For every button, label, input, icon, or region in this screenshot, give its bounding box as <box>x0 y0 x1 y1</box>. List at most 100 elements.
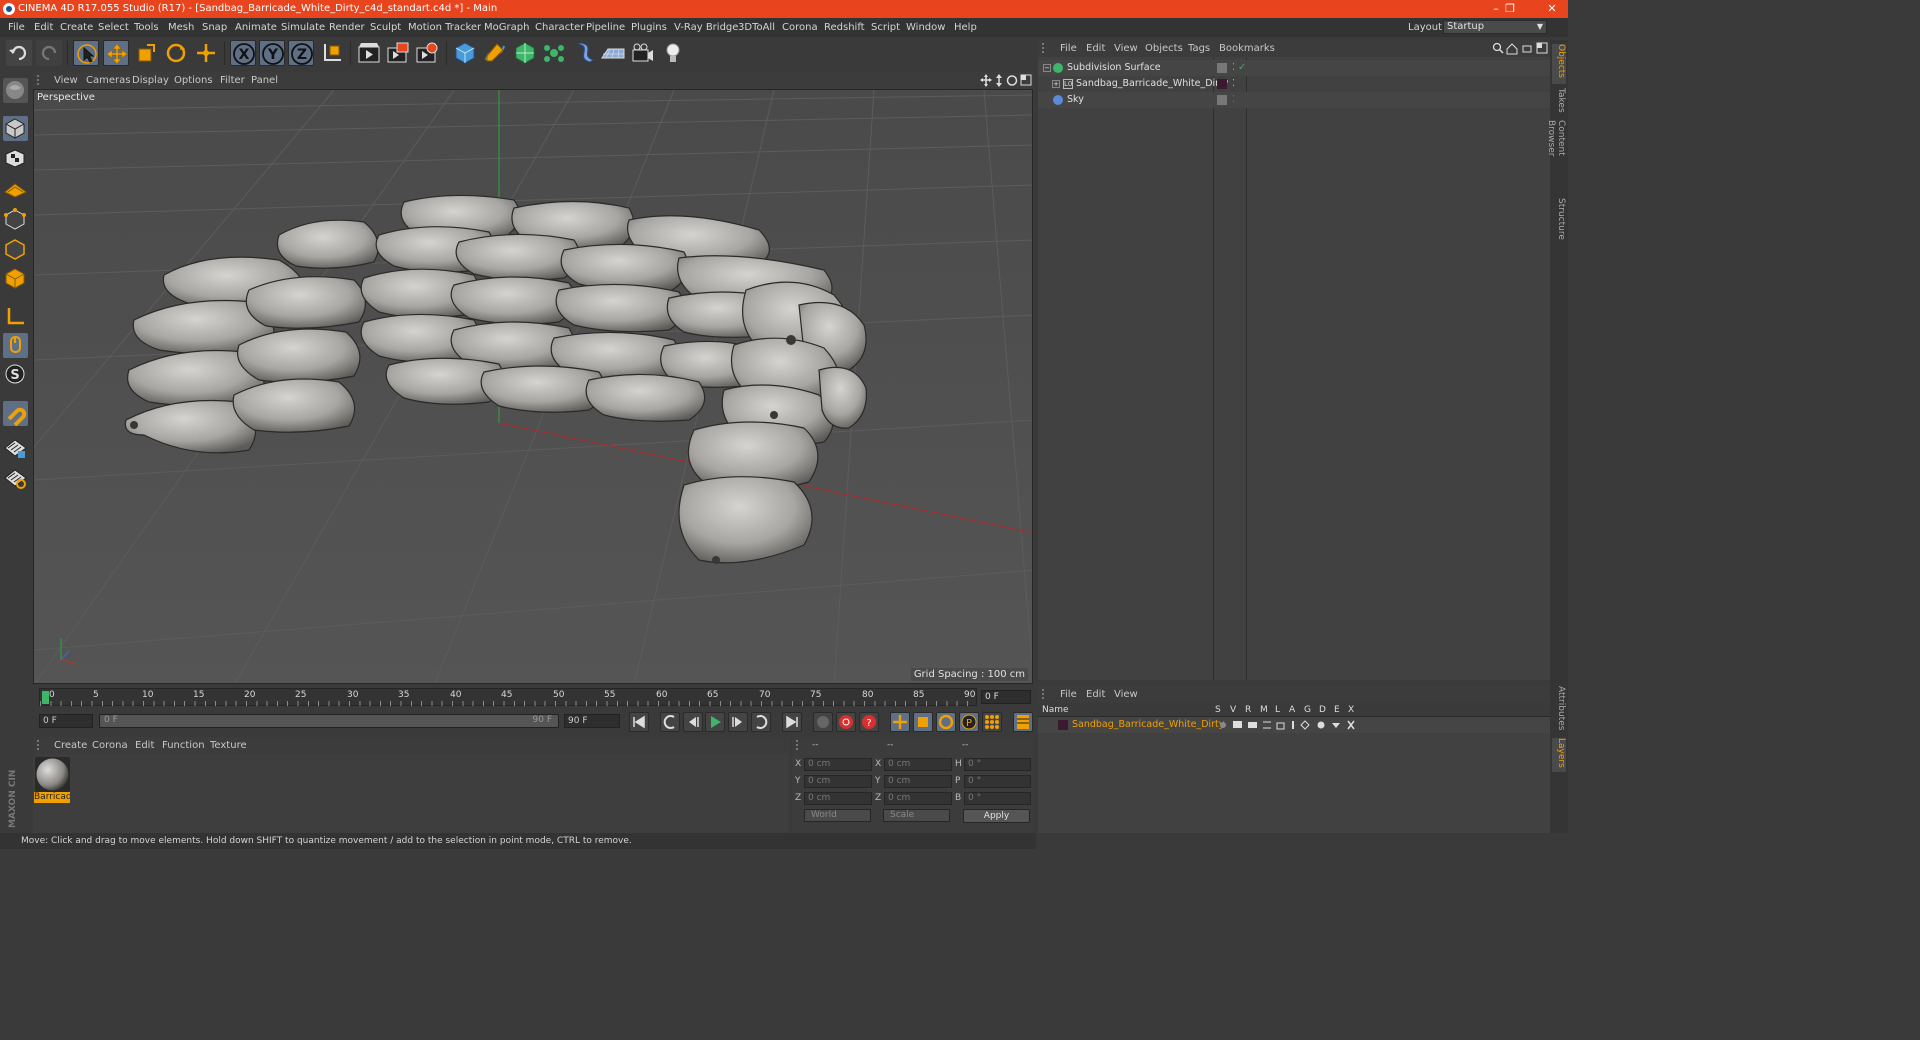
edges-mode-icon[interactable] <box>3 207 28 232</box>
scale-icon[interactable] <box>133 40 159 66</box>
key-rotation-icon[interactable] <box>936 712 956 732</box>
home-icon[interactable] <box>1506 43 1518 55</box>
menu-file[interactable]: File <box>8 18 25 37</box>
snapping-icon[interactable]: S <box>3 362 28 387</box>
model-mode-icon[interactable] <box>3 78 28 103</box>
visibility-dots-icon[interactable]: ⁚ <box>1232 76 1235 92</box>
play-icon[interactable] <box>705 712 725 732</box>
menu-vray-bridge[interactable]: V-Ray Bridge <box>674 18 738 37</box>
viewport-menu-cameras[interactable]: Cameras <box>86 72 130 89</box>
points-mode-icon[interactable] <box>3 176 28 201</box>
menu-corona[interactable]: Corona <box>782 18 818 37</box>
key-position-icon[interactable] <box>890 712 910 732</box>
live-selection-icon[interactable] <box>73 40 99 66</box>
menu-script[interactable]: Script <box>871 18 900 37</box>
col-expressions[interactable]: E <box>1334 704 1340 717</box>
menu-edit[interactable]: Edit <box>34 18 53 37</box>
apply-button[interactable]: Apply <box>963 809 1030 823</box>
rotation-b-field[interactable]: 0 ° <box>964 792 1031 805</box>
subdivision-icon[interactable] <box>512 40 538 66</box>
tab-takes[interactable]: Takes <box>1552 88 1566 116</box>
record-disabled-icon[interactable] <box>813 712 833 732</box>
layer-row[interactable]: Sandbag_Barricade_White_Dirty <box>1038 717 1550 733</box>
col-xref[interactable]: X <box>1348 704 1354 717</box>
material-menu-edit[interactable]: Edit <box>135 737 154 754</box>
col-animation[interactable]: A <box>1289 704 1295 717</box>
goto-start-icon[interactable] <box>629 712 649 732</box>
grip-icon[interactable] <box>37 740 39 750</box>
magnet-icon[interactable] <box>3 401 28 427</box>
menu-character[interactable]: Character <box>535 18 584 37</box>
tab-layers[interactable]: Layers <box>1552 738 1566 772</box>
maximize-panel-icon[interactable] <box>1536 42 1548 54</box>
perspective-viewport[interactable]: Perspective Grid Spacing : 100 cm <box>33 89 1033 684</box>
menu-render[interactable]: Render <box>329 18 365 37</box>
y-axis-icon[interactable]: Y <box>259 40 285 66</box>
autokey-icon[interactable]: ? <box>859 712 879 732</box>
search-icon[interactable] <box>1492 42 1504 54</box>
menu-simulate[interactable]: Simulate <box>281 18 325 37</box>
material-name[interactable]: Barricad <box>34 792 70 803</box>
col-name[interactable]: Name <box>1042 704 1069 717</box>
om-menu-objects[interactable]: Objects <box>1145 40 1183 57</box>
end-frame-field[interactable]: 90 F <box>564 714 620 728</box>
viewport-menu-filter[interactable]: Filter <box>220 72 245 89</box>
object-row[interactable]: Sky ⁚ <box>1038 92 1550 108</box>
om-menu-tags[interactable]: Tags <box>1188 40 1210 57</box>
workplane-icon[interactable] <box>3 146 28 171</box>
visibility-dots-icon[interactable]: ⁚ <box>1232 92 1235 108</box>
next-key-icon[interactable] <box>751 712 771 732</box>
om-menu-bookmarks[interactable]: Bookmarks <box>1219 40 1275 57</box>
col-view[interactable]: V <box>1230 704 1236 717</box>
floor-icon[interactable] <box>600 40 626 66</box>
timeline-window-icon[interactable] <box>1013 712 1033 732</box>
om-menu-view[interactable]: View <box>1114 40 1138 57</box>
menu-pipeline[interactable]: Pipeline <box>586 18 625 37</box>
col-deformers[interactable]: D <box>1319 704 1326 717</box>
layer-swatch[interactable] <box>1217 95 1227 105</box>
material-menu-create[interactable]: Create <box>54 737 87 754</box>
menu-mesh[interactable]: Mesh <box>168 18 194 37</box>
pen-spline-icon[interactable] <box>482 40 508 66</box>
quantize-icon[interactable] <box>3 466 28 491</box>
material-menu-texture[interactable]: Texture <box>210 737 247 754</box>
layer-toggle-icons[interactable] <box>1218 719 1358 731</box>
layer-name[interactable]: Sandbag_Barricade_White_Dirty <box>1072 717 1224 733</box>
menu-plugins[interactable]: Plugins <box>631 18 667 37</box>
start-frame-field[interactable]: 0 F <box>39 714 93 728</box>
layout-select[interactable]: Startup ▼ <box>1443 20 1547 34</box>
position-z-field[interactable]: 0 cm <box>804 792 872 805</box>
key-pla-icon[interactable] <box>982 712 1002 732</box>
cloner-icon[interactable] <box>541 40 567 66</box>
tab-objects[interactable]: Objects <box>1552 44 1566 84</box>
layer-color-swatch[interactable] <box>1058 720 1068 730</box>
camera-icon[interactable] <box>630 40 656 66</box>
object-name[interactable]: Sky <box>1067 92 1084 108</box>
timeline-ruler[interactable]: 0 5 10 15 20 25 30 35 40 45 50 55 60 65 … <box>39 688 977 706</box>
menu-select[interactable]: Select <box>98 18 129 37</box>
solo-icon[interactable] <box>3 333 28 358</box>
viewport-menu-panel[interactable]: Panel <box>251 72 278 89</box>
object-name[interactable]: Subdivision Surface <box>1067 60 1161 76</box>
rotation-h-field[interactable]: 0 ° <box>964 758 1031 771</box>
material-menu-function[interactable]: Function <box>162 737 205 754</box>
col-solo[interactable]: S <box>1215 704 1221 717</box>
object-row[interactable]: + L0 Sandbag_Barricade_White_Dirty ⁚ <box>1038 76 1550 92</box>
tab-structure[interactable]: Structure <box>1552 198 1566 240</box>
om-menu-edit[interactable]: Edit <box>1086 40 1105 57</box>
undo-icon[interactable] <box>6 40 32 66</box>
move-icon[interactable] <box>103 40 129 66</box>
col-render[interactable]: R <box>1245 704 1251 717</box>
coordinate-mode-select[interactable]: World <box>804 809 871 822</box>
minimize-panel-icon[interactable] <box>1522 45 1532 53</box>
layer-swatch[interactable] <box>1217 79 1227 89</box>
menu-mograph[interactable]: MoGraph <box>484 18 529 37</box>
close-button[interactable]: ✕ <box>1538 0 1566 18</box>
size-x-field[interactable]: 0 cm <box>884 758 952 771</box>
menu-tools[interactable]: Tools <box>134 18 159 37</box>
grip-icon[interactable] <box>796 740 798 750</box>
maximize-view-icon[interactable] <box>1020 74 1032 86</box>
texture-mode-icon[interactable] <box>3 116 28 141</box>
axis-mode-icon[interactable] <box>3 266 28 291</box>
tweak-mode-icon[interactable] <box>3 304 28 329</box>
